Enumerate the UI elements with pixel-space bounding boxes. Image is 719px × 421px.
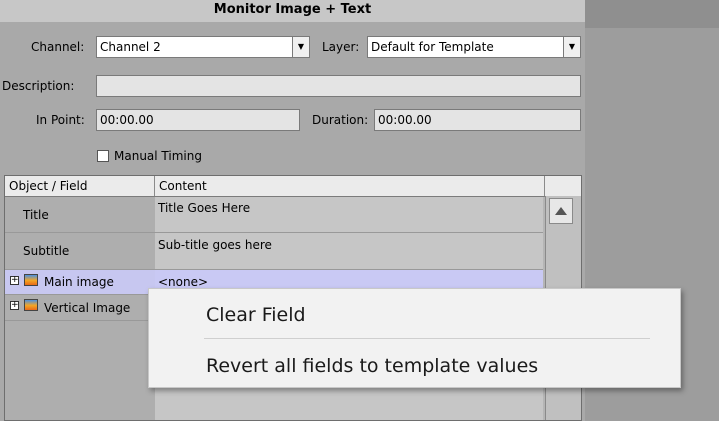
menu-separator [204, 338, 650, 339]
row-content-cell[interactable]: Title Goes Here [155, 197, 543, 233]
layer-label: Layer: [322, 40, 360, 54]
row-field-label: Subtitle [23, 244, 70, 258]
panel-title: Monitor Image + Text [0, 0, 585, 22]
row-content-cell[interactable]: Sub-title goes here [155, 233, 543, 270]
row-field-label: Title [23, 208, 49, 222]
row-content-text: Title Goes Here [158, 201, 251, 215]
context-menu: Clear Field Revert all fields to templat… [148, 288, 681, 388]
channel-select[interactable]: Channel 2 ▼ [96, 36, 310, 58]
manual-timing-checkbox[interactable] [97, 150, 109, 162]
row-field-cell: Title [5, 197, 155, 233]
table-header: Object / Field Content [5, 176, 581, 197]
chevron-down-icon[interactable]: ▼ [292, 37, 309, 57]
channel-value: Channel 2 [100, 40, 161, 54]
description-field[interactable] [96, 75, 581, 97]
row-field-label: Vertical Image [44, 301, 131, 315]
expand-icon[interactable]: + [10, 276, 19, 285]
scroll-up-icon[interactable] [549, 198, 573, 224]
expand-icon[interactable]: + [10, 301, 19, 310]
image-icon [24, 274, 38, 286]
menu-item-clear-field[interactable]: Clear Field [149, 292, 680, 338]
layer-select[interactable]: Default for Template ▼ [367, 36, 581, 58]
chevron-down-icon[interactable]: ▼ [563, 37, 580, 57]
row-field-cell: + Vertical Image [5, 295, 155, 321]
row-field-label: Main image [44, 275, 114, 289]
table-row[interactable]: Title Title Goes Here [5, 197, 543, 233]
image-icon [24, 299, 38, 311]
duration-label: Duration: [312, 113, 369, 127]
row-field-cell: + Main image [5, 270, 155, 295]
duration-field[interactable]: 00:00.00 [374, 109, 581, 131]
column-header-content[interactable]: Content [155, 176, 545, 196]
column-header-field[interactable]: Object / Field [5, 176, 155, 196]
row-content-text: <none> [158, 275, 209, 289]
empty-field-column [5, 321, 155, 420]
menu-item-revert-all-fields[interactable]: Revert all fields to template values [149, 343, 680, 389]
layer-value: Default for Template [371, 40, 494, 54]
channel-label: Channel: [31, 40, 85, 54]
description-label: Description: [2, 79, 75, 93]
in-point-field[interactable]: 00:00.00 [96, 109, 300, 131]
manual-timing-label: Manual Timing [114, 149, 202, 163]
table-row[interactable]: Subtitle Sub-title goes here [5, 233, 543, 270]
in-point-label: In Point: [36, 113, 85, 127]
row-field-cell: Subtitle [5, 233, 155, 270]
row-content-text: Sub-title goes here [158, 238, 272, 252]
